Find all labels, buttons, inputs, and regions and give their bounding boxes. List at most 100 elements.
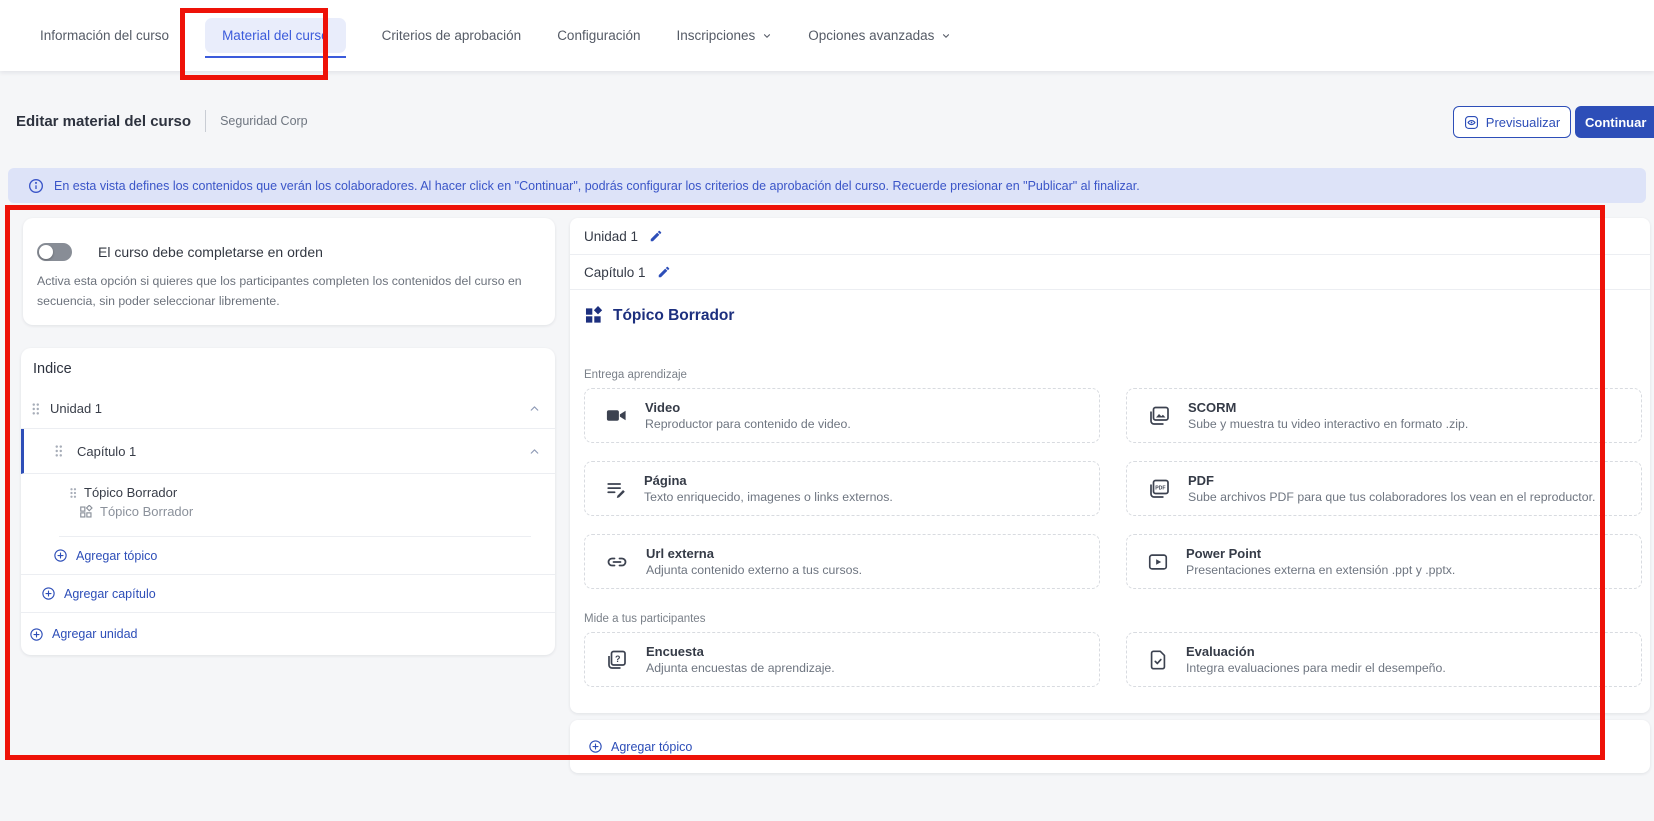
title-separator xyxy=(205,110,206,132)
preview-button-label: Previsualizar xyxy=(1486,115,1560,130)
measure-cards-grid: ? Encuesta Adjunta encuestas de aprendiz… xyxy=(584,632,1642,687)
card-description: Adjunta contenido externo a tus cursos. xyxy=(646,563,862,577)
card-title: Página xyxy=(644,473,893,488)
card-description: Adjunta encuestas de aprendizaje. xyxy=(646,661,835,675)
editor-unit-row: Unidad 1 xyxy=(570,218,1650,255)
course-name: Seguridad Corp xyxy=(220,114,308,128)
info-banner: En esta vista defines los contenidos que… xyxy=(8,168,1646,203)
content-card-pagina[interactable]: Página Texto enriquecido, imagenes o lin… xyxy=(584,461,1100,516)
top-tab-bar: Información del curso Material del curso… xyxy=(0,0,1654,71)
drag-handle-icon[interactable] xyxy=(69,487,77,499)
tree-topic-label: Tópico Borrador xyxy=(84,485,177,500)
tab-inscripciones[interactable]: Inscripciones xyxy=(677,28,773,43)
add-topic-label: Agregar tópico xyxy=(76,549,157,563)
tree-row-chapter[interactable]: Capítulo 1 xyxy=(21,429,555,474)
complete-in-order-toggle[interactable] xyxy=(37,243,72,261)
content-card-power-point[interactable]: Power Point Presentaciones externa en ex… xyxy=(1126,534,1642,589)
topic-heading: Tópico Borrador xyxy=(584,306,1650,325)
tree-topic-content[interactable]: Tópico Borrador xyxy=(79,504,555,519)
survey-icon: ? xyxy=(605,648,629,672)
page-icon xyxy=(605,478,627,500)
editor-chapter-label: Capítulo 1 xyxy=(584,265,646,280)
plus-circle-icon xyxy=(41,586,56,601)
add-topic-link[interactable]: Agregar tópico xyxy=(21,537,555,575)
card-title: Encuesta xyxy=(646,644,835,659)
content-card-pdf[interactable]: PDF PDF Sube archivos PDF para que tus c… xyxy=(1126,461,1642,516)
info-icon xyxy=(28,178,44,194)
tab-material-del-curso[interactable]: Material del curso xyxy=(205,18,346,53)
card-title: PDF xyxy=(1188,473,1595,488)
tab-configuracion[interactable]: Configuración xyxy=(557,28,640,43)
index-title: Indice xyxy=(21,348,555,389)
add-unit-link[interactable]: Agregar unidad xyxy=(21,613,555,655)
editor-add-topic-link[interactable]: Agregar tópico xyxy=(570,720,1650,773)
plus-circle-icon xyxy=(53,548,68,563)
add-unit-label: Agregar unidad xyxy=(52,627,137,641)
widgets-icon xyxy=(79,505,93,519)
content-card-encuesta[interactable]: ? Encuesta Adjunta encuestas de aprendiz… xyxy=(584,632,1100,687)
tree-chapter-label: Capítulo 1 xyxy=(77,444,136,459)
pencil-icon xyxy=(657,265,671,279)
continue-button[interactable]: Continuar xyxy=(1575,106,1654,138)
complete-in-order-description: Activa esta opción si quieres que los pa… xyxy=(37,271,537,312)
tree-row-unit[interactable]: Unidad 1 xyxy=(21,389,555,429)
tree-unit-label: Unidad 1 xyxy=(50,401,102,416)
card-title: Url externa xyxy=(646,546,862,561)
editor-panel: Unidad 1 Capítulo 1 Tópico Borrador Entr… xyxy=(570,218,1650,713)
card-title: SCORM xyxy=(1188,400,1468,415)
widgets-icon xyxy=(584,306,603,325)
add-chapter-link[interactable]: Agregar capítulo xyxy=(21,575,555,613)
order-panel: El curso debe completarse en orden Activ… xyxy=(23,218,555,325)
edit-unit-button[interactable] xyxy=(649,229,663,243)
content-card-url-externa[interactable]: Url externa Adjunta contenido externo a … xyxy=(584,534,1100,589)
edit-chapter-button[interactable] xyxy=(657,265,671,279)
tree-topic-content-label: Tópico Borrador xyxy=(100,504,193,519)
add-chapter-label: Agregar capítulo xyxy=(64,587,156,601)
svg-text:?: ? xyxy=(615,654,621,664)
index-panel: Indice Unidad 1 Capítulo 1 Tópico Borrad… xyxy=(21,348,555,655)
editor-chapter-row: Capítulo 1 xyxy=(570,255,1650,290)
card-description: Presentaciones externa en extensión .ppt… xyxy=(1186,563,1455,577)
continue-button-label: Continuar xyxy=(1585,115,1646,130)
section-label-measure: Mide a tus participantes xyxy=(584,613,1650,625)
svg-text:PDF: PDF xyxy=(1155,485,1165,491)
tree-row-topic[interactable]: Tópico Borrador xyxy=(69,485,555,500)
evaluation-icon xyxy=(1147,649,1169,671)
content-card-scorm[interactable]: SCORM Sube y muestra tu video interactiv… xyxy=(1126,388,1642,443)
content-card-evaluacion[interactable]: Evaluación Integra evaluaciones para med… xyxy=(1126,632,1642,687)
tab-criterios-de-aprobacion[interactable]: Criterios de aprobación xyxy=(382,28,522,43)
collapse-unit-control[interactable] xyxy=(528,402,541,415)
tab-opciones-avanzadas-label: Opciones avanzadas xyxy=(808,28,934,43)
delivery-cards-grid: Video Reproductor para contenido de vide… xyxy=(584,388,1642,589)
chevron-down-icon xyxy=(762,31,772,41)
card-description: Sube archivos PDF para que tus colaborad… xyxy=(1188,490,1595,504)
chevron-down-icon xyxy=(941,31,951,41)
editor-unit-label: Unidad 1 xyxy=(584,229,638,244)
tab-informacion-del-curso[interactable]: Información del curso xyxy=(40,28,169,43)
video-icon xyxy=(605,404,628,427)
collapse-chapter-control[interactable] xyxy=(528,445,541,458)
info-banner-text: En esta vista defines los contenidos que… xyxy=(54,179,1140,193)
toggle-knob xyxy=(39,245,53,259)
tree-topic-block: Tópico Borrador Tópico Borrador xyxy=(21,474,555,528)
plus-circle-icon xyxy=(588,739,603,754)
card-title: Power Point xyxy=(1186,546,1455,561)
link-icon xyxy=(605,550,629,574)
drag-handle-icon[interactable] xyxy=(54,444,63,458)
tab-opciones-avanzadas[interactable]: Opciones avanzadas xyxy=(808,28,951,43)
chevron-up-icon xyxy=(528,445,541,458)
pdf-icon: PDF xyxy=(1147,477,1171,501)
eye-icon xyxy=(1464,115,1479,130)
card-title: Evaluación xyxy=(1186,644,1446,659)
chevron-up-icon xyxy=(528,402,541,415)
page-header: Editar material del curso Seguridad Corp xyxy=(16,110,308,132)
content-card-video[interactable]: Video Reproductor para contenido de vide… xyxy=(584,388,1100,443)
ppt-icon xyxy=(1147,551,1169,573)
drag-handle-icon[interactable] xyxy=(31,402,40,416)
section-label-delivery: Entrega aprendizaje xyxy=(584,369,1650,381)
card-description: Sube y muestra tu video interactivo en f… xyxy=(1188,417,1468,431)
page-title: Editar material del curso xyxy=(16,113,191,130)
topic-heading-label: Tópico Borrador xyxy=(613,307,734,325)
plus-circle-icon xyxy=(29,627,44,642)
preview-button[interactable]: Previsualizar xyxy=(1453,106,1571,138)
